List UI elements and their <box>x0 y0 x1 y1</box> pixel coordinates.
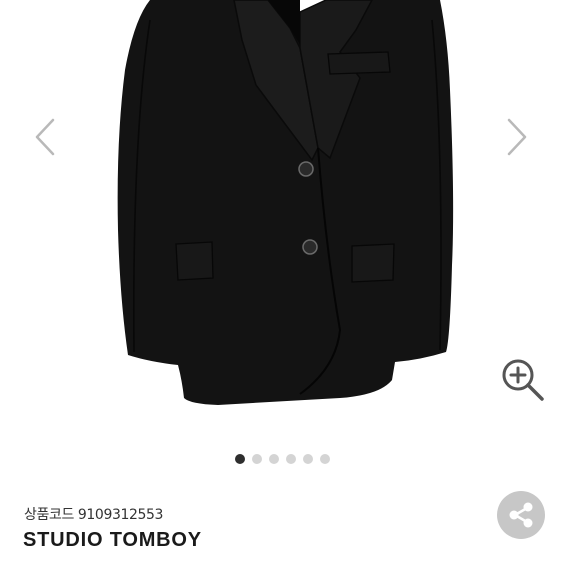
slide-indicator <box>235 454 330 464</box>
chevron-left-icon[interactable] <box>25 112 69 162</box>
product-code: 상품코드 9109312553 <box>24 504 163 524</box>
product-image-gallery[interactable] <box>0 0 568 440</box>
zoom-in-icon[interactable] <box>498 355 548 405</box>
product-code-label: 상품코드 <box>24 507 74 523</box>
slide-dot-3[interactable] <box>269 454 279 464</box>
slide-dot-6[interactable] <box>320 454 330 464</box>
product-code-value: 9109312553 <box>77 507 163 523</box>
share-icon <box>509 502 533 528</box>
slide-dot-2[interactable] <box>252 454 262 464</box>
brand-name[interactable]: STUDIO TOMBOY <box>23 529 202 552</box>
share-button[interactable] <box>497 491 545 539</box>
chevron-right-icon[interactable] <box>495 112 539 162</box>
product-image <box>117 0 454 405</box>
slide-dot-4[interactable] <box>286 454 296 464</box>
slide-dot-5[interactable] <box>303 454 313 464</box>
slide-dot-1[interactable] <box>235 454 245 464</box>
